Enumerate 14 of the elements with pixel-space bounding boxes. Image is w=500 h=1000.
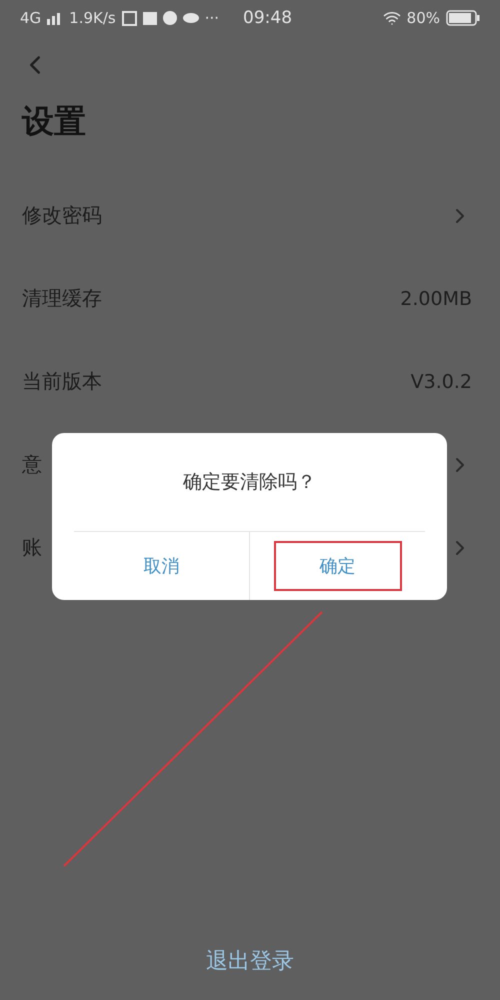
row-label: 修改密码: [22, 202, 102, 229]
page-title: 设置: [22, 101, 87, 142]
clock: 09:48: [243, 8, 292, 28]
more-icon: ···: [204, 9, 220, 27]
network-type: 4G: [20, 9, 42, 27]
row-label: 当前版本: [22, 368, 102, 395]
row-label: 账: [22, 534, 42, 561]
row-label: 意: [22, 451, 42, 478]
row-value: 2.00MB: [400, 288, 472, 310]
battery-percent: 80%: [406, 9, 440, 27]
row-value: V3.0.2: [410, 370, 472, 392]
dialog-message: 确定要清除吗？: [182, 470, 317, 495]
network-speed: 1.9K/s: [69, 9, 116, 27]
row-label: 清理缓存: [22, 285, 102, 312]
